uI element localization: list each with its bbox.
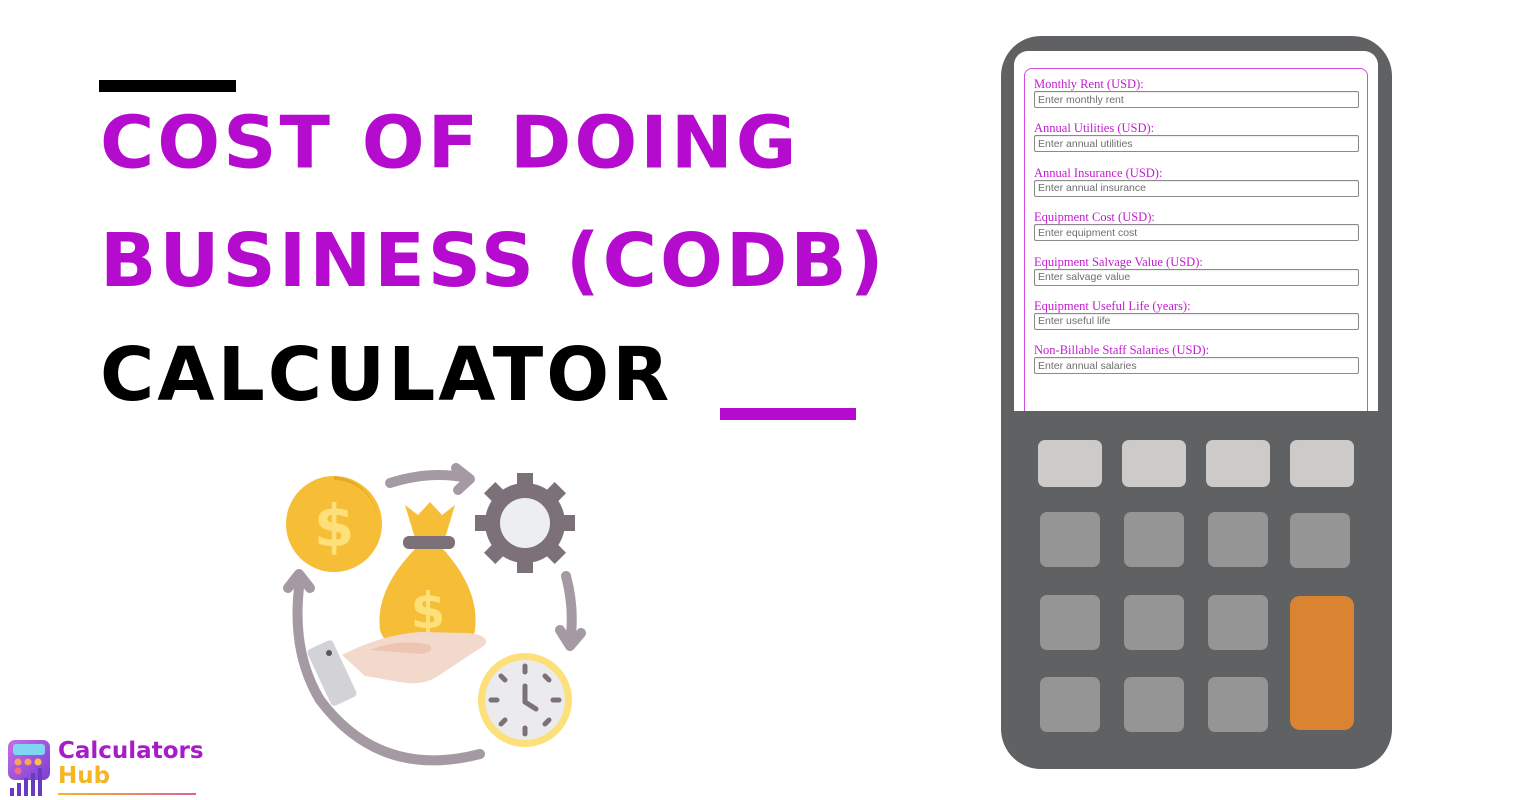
calculator-key bbox=[1038, 440, 1102, 487]
annual-utilities-label: Annual Utilities (USD): bbox=[1034, 121, 1155, 136]
useful-life-label: Equipment Useful Life (years): bbox=[1034, 298, 1191, 313]
calculator-key bbox=[1208, 595, 1268, 650]
calculator-key bbox=[1040, 595, 1100, 650]
dollar-coin-icon: $ bbox=[286, 476, 382, 572]
monthly-rent-input[interactable] bbox=[1034, 91, 1359, 108]
hand-icon bbox=[307, 632, 486, 706]
calculator-key bbox=[1124, 512, 1184, 567]
staff-salaries-input[interactable] bbox=[1034, 357, 1359, 375]
calculator-key bbox=[1206, 440, 1270, 487]
field-equipment-cost: Equipment Cost (USD): bbox=[1034, 210, 1359, 242]
page-title-line-2: Business (CODB) bbox=[100, 218, 887, 304]
useful-life-input[interactable] bbox=[1034, 312, 1359, 330]
field-staff-salaries: Non-Billable Staff Salaries (USD): bbox=[1034, 343, 1359, 375]
field-monthly-rent: Monthly Rent (USD): bbox=[1034, 77, 1359, 108]
calculator-key bbox=[1122, 440, 1186, 487]
cost-cycle-illustration: $ $ bbox=[283, 463, 586, 766]
svg-text:$: $ bbox=[411, 582, 446, 640]
codb-form: Monthly Rent (USD): Annual Utilities (US… bbox=[1024, 68, 1368, 411]
field-annual-insurance: Annual Insurance (USD): bbox=[1034, 166, 1359, 197]
field-annual-utilities: Annual Utilities (USD): bbox=[1034, 121, 1359, 153]
calculator-key bbox=[1040, 677, 1100, 732]
salvage-value-input[interactable] bbox=[1034, 268, 1359, 286]
clock-icon bbox=[478, 653, 572, 747]
calculator-key bbox=[1124, 595, 1184, 650]
calculator-key bbox=[1208, 677, 1268, 732]
annual-utilities-input[interactable] bbox=[1034, 135, 1359, 153]
logo-text-calculators: Calculators bbox=[58, 738, 204, 764]
calculator-equals-key bbox=[1290, 596, 1354, 730]
money-bag-icon: $ bbox=[379, 502, 476, 655]
field-useful-life: Equipment Useful Life (years): bbox=[1034, 299, 1359, 330]
gear-icon bbox=[475, 473, 575, 573]
calculator-key bbox=[1124, 677, 1184, 732]
calculator-key bbox=[1208, 512, 1268, 567]
calculator-key bbox=[1040, 512, 1100, 567]
page-title-line-1: Cost of Doing bbox=[100, 100, 800, 186]
logo-text-hub: Hub bbox=[58, 763, 111, 789]
field-salvage-value: Equipment Salvage Value (USD): bbox=[1034, 255, 1359, 286]
salvage-value-label: Equipment Salvage Value (USD): bbox=[1034, 254, 1203, 269]
equipment-cost-label: Equipment Cost (USD): bbox=[1034, 210, 1155, 225]
page-title-line-3: Calculator bbox=[100, 332, 673, 418]
logo-underline bbox=[58, 793, 196, 795]
staff-salaries-label: Non-Billable Staff Salaries (USD): bbox=[1034, 343, 1210, 358]
equipment-cost-input[interactable] bbox=[1034, 224, 1359, 242]
calculator-key bbox=[1290, 440, 1354, 487]
logo-calculator-icon bbox=[8, 740, 50, 796]
calculator-key bbox=[1290, 513, 1350, 568]
svg-text:$: $ bbox=[314, 492, 354, 560]
calculator-screen: Monthly Rent (USD): Annual Utilities (US… bbox=[1014, 51, 1378, 411]
decorative-bottom-bar bbox=[720, 408, 856, 420]
decorative-top-bar bbox=[99, 80, 236, 92]
monthly-rent-label: Monthly Rent (USD): bbox=[1034, 77, 1144, 91]
annual-insurance-input[interactable] bbox=[1034, 179, 1359, 197]
annual-insurance-label: Annual Insurance (USD): bbox=[1034, 165, 1163, 180]
calculators-hub-logo[interactable]: Calculators Hub bbox=[6, 738, 204, 798]
